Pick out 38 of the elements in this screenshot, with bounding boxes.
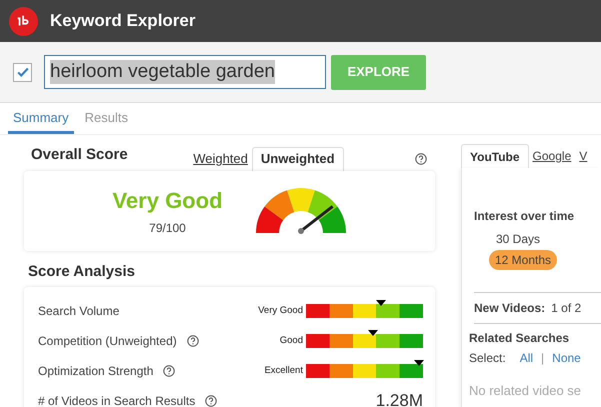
toggle-tab[interactable]: Weighted <box>189 146 252 170</box>
app-title: Keyword Explorer <box>50 10 196 32</box>
score-value: 79/100 <box>149 220 186 237</box>
metric-label: Optimization Strength <box>38 363 154 380</box>
metric-rating: Very Good <box>258 304 303 318</box>
related-title: Related Searches <box>469 330 570 347</box>
section-title: Score Analysis <box>27 262 136 282</box>
score-rating: Very Good <box>112 187 223 215</box>
check-icon <box>16 65 30 79</box>
select-all-link[interactable]: All <box>520 349 534 367</box>
range-option[interactable]: 12 Months <box>489 250 558 270</box>
metric-value: 1.28M <box>376 391 423 407</box>
help-icon[interactable] <box>415 152 427 164</box>
logo-icon <box>9 6 38 36</box>
help-icon[interactable] <box>186 335 199 347</box>
source-tab[interactable]: YouTube <box>461 144 529 168</box>
toggle-tab[interactable]: Unweighted <box>252 146 344 170</box>
select-none-link[interactable]: None <box>552 349 581 367</box>
new-videos-value: 1 of 2 <box>551 300 582 317</box>
separator: | <box>541 350 544 367</box>
checkbox[interactable] <box>13 62 32 82</box>
metric-rating: Excellent <box>264 364 303 378</box>
new-videos-label: New Videos: <box>474 300 546 317</box>
section-title: Overall Score <box>31 145 128 165</box>
empty-message: No related video se <box>469 382 582 400</box>
help-icon[interactable] <box>205 395 218 407</box>
interest-title: Interest over time <box>474 208 576 225</box>
source-tab[interactable]: V <box>575 144 592 168</box>
select-label: Select: <box>469 350 506 367</box>
metric-label: Competition (Unweighted) <box>38 333 177 350</box>
search-field[interactable]: heirloom vegetable garden <box>44 55 326 89</box>
source-tab[interactable]: Google <box>528 144 576 168</box>
range-option[interactable]: 30 Days <box>496 230 540 248</box>
metric-label: Search Volume <box>38 303 120 320</box>
metric-label: # of Videos in Search Results <box>38 393 196 407</box>
tab[interactable]: Summary <box>8 104 74 134</box>
help-icon[interactable] <box>163 365 176 377</box>
metric-rating: Good <box>280 334 303 348</box>
